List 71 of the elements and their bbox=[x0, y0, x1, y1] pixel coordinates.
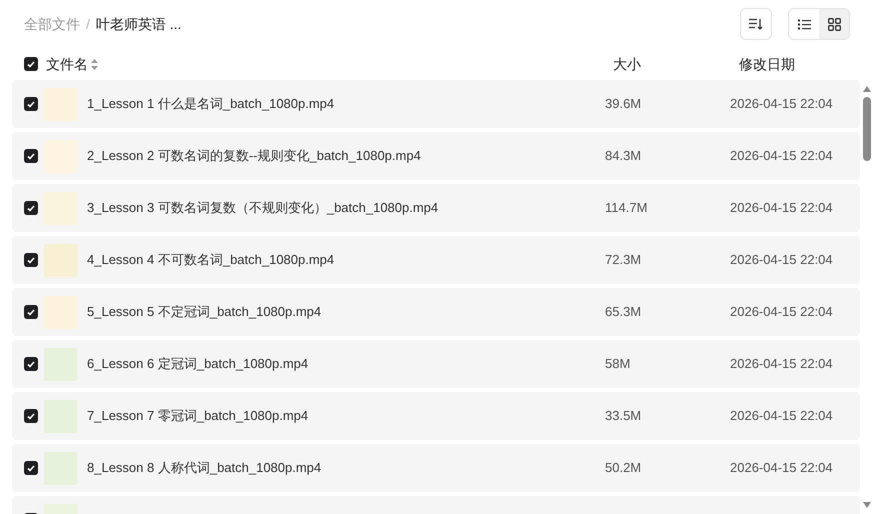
file-size: 50.2M bbox=[605, 459, 642, 478]
file-row[interactable]: 5_Lesson 5 不定冠词_batch_1080p.mp4 65.3M 2026-04-15 22:04 bbox=[12, 288, 860, 336]
file-name[interactable]: 6_Lesson 6 定冠词_batch_1080p.mp4 bbox=[87, 354, 587, 374]
video-thumbnail bbox=[44, 192, 77, 224]
checkbox[interactable] bbox=[24, 253, 38, 267]
file-size: 114.7M bbox=[605, 199, 648, 218]
sort-arrows-icon[interactable] bbox=[91, 58, 98, 70]
checkbox[interactable] bbox=[24, 57, 38, 71]
file-size: 58M bbox=[605, 355, 632, 374]
checkbox[interactable] bbox=[24, 461, 38, 475]
checkmark-icon bbox=[27, 308, 35, 316]
file-name[interactable]: 2_Lesson 2 可数名词的复数--规则变化_batch_1080p.mp4 bbox=[87, 146, 587, 166]
checkmark-icon bbox=[27, 60, 35, 68]
file-row[interactable]: 8_Lesson 8 人称代词_batch_1080p.mp4 50.2M 2026-04-15 22:04 bbox=[12, 444, 860, 492]
video-thumbnail bbox=[44, 348, 77, 380]
checkmark-icon bbox=[27, 100, 35, 108]
column-header[interactable]: 大小 bbox=[613, 54, 733, 74]
file-size: 33.5M bbox=[605, 407, 642, 426]
modified-date: 2026-04-15 22:04 bbox=[730, 95, 833, 114]
modified-date: 2026-04-15 22:04 bbox=[730, 251, 833, 270]
column-header[interactable]: 修改日期 bbox=[739, 54, 795, 74]
file-row[interactable]: 7_Lesson 7 零冠词_batch_1080p.mp4 33.5M 2026-04-15 22:04 bbox=[12, 392, 860, 440]
list-icon bbox=[798, 18, 810, 30]
file-row[interactable]: 4_Lesson 4 不可数名词_batch_1080p.mp4 72.3M 2026-04-15 22:04 bbox=[12, 236, 860, 284]
checkmark-icon bbox=[27, 204, 35, 212]
file-name[interactable]: 5_Lesson 5 不定冠词_batch_1080p.mp4 bbox=[87, 302, 587, 322]
column-header[interactable]: 文件名 bbox=[46, 54, 88, 74]
checkmark-icon bbox=[27, 464, 35, 472]
scrollbar-thumb[interactable] bbox=[863, 97, 871, 161]
checkbox[interactable] bbox=[24, 357, 38, 371]
video-thumbnail bbox=[44, 88, 77, 120]
checkbox[interactable] bbox=[24, 97, 38, 111]
file-row[interactable]: 6_Lesson 6 定冠词_batch_1080p.mp4 58M 2026-04-15 22:04 bbox=[12, 340, 860, 388]
modified-date: 2026-04-15 22:04 bbox=[730, 407, 833, 426]
checkbox[interactable] bbox=[24, 149, 38, 163]
file-size: 65.3M bbox=[605, 303, 642, 322]
file-size: 72.3M bbox=[605, 251, 642, 270]
view-button[interactable] bbox=[789, 9, 819, 39]
file-row[interactable]: 3_Lesson 3 可数名词复数（不规则变化）_batch_1080p.mp4 114.7M 2026-04-15 22:04 bbox=[12, 184, 860, 232]
file-name[interactable]: 1_Lesson 1 什么是名词_batch_1080p.mp4 bbox=[87, 94, 587, 114]
checkmark-icon bbox=[27, 360, 35, 368]
video-thumbnail bbox=[44, 244, 77, 276]
scroll-up-icon[interactable] bbox=[863, 86, 871, 92]
modified-date: 2026-04-15 22:04 bbox=[730, 147, 833, 166]
file-name[interactable]: 8_Lesson 8 人称代词_batch_1080p.mp4 bbox=[87, 458, 587, 478]
sort-icon bbox=[749, 18, 763, 30]
video-thumbnail bbox=[44, 400, 77, 432]
modified-date: 2026-04-15 22:04 bbox=[730, 459, 833, 478]
checkbox[interactable] bbox=[24, 201, 38, 215]
file-name[interactable]: 3_Lesson 3 可数名词复数（不规则变化）_batch_1080p.mp4 bbox=[87, 198, 587, 218]
modified-date: 2026-04-15 22:04 bbox=[730, 355, 833, 374]
checkbox[interactable] bbox=[24, 409, 38, 423]
file-row[interactable]: 2_Lesson 2 可数名词的复数--规则变化_batch_1080p.mp4 84.3M 2026-04-15 22:04 bbox=[12, 132, 860, 180]
checkmark-icon bbox=[27, 152, 35, 160]
grid-icon bbox=[828, 18, 840, 30]
sort-button[interactable] bbox=[740, 8, 772, 40]
file-size: 39.6M bbox=[605, 95, 642, 114]
file-name[interactable]: 7_Lesson 7 零冠词_batch_1080p.mp4 bbox=[87, 406, 587, 426]
modified-date: 2026-04-15 22:04 bbox=[730, 199, 833, 218]
file-name[interactable]: 4_Lesson 4 不可数名词_batch_1080p.mp4 bbox=[87, 250, 587, 270]
file-size: 84.3M bbox=[605, 147, 642, 166]
video-thumbnail bbox=[44, 296, 77, 328]
checkmark-icon bbox=[27, 412, 35, 420]
breadcrumb-current: 叶老师英语 ... bbox=[96, 14, 182, 34]
checkmark-icon bbox=[27, 256, 35, 264]
breadcrumb-separator: / bbox=[86, 14, 90, 34]
checkbox[interactable] bbox=[24, 305, 38, 319]
file-row[interactable]: 1_Lesson 1 什么是名词_batch_1080p.mp4 39.6M 2026-04-15 22:04 bbox=[12, 80, 860, 128]
scroll-down-icon[interactable] bbox=[863, 502, 871, 508]
modified-date: 2026-04-15 22:04 bbox=[730, 303, 833, 322]
video-thumbnail bbox=[44, 452, 77, 484]
